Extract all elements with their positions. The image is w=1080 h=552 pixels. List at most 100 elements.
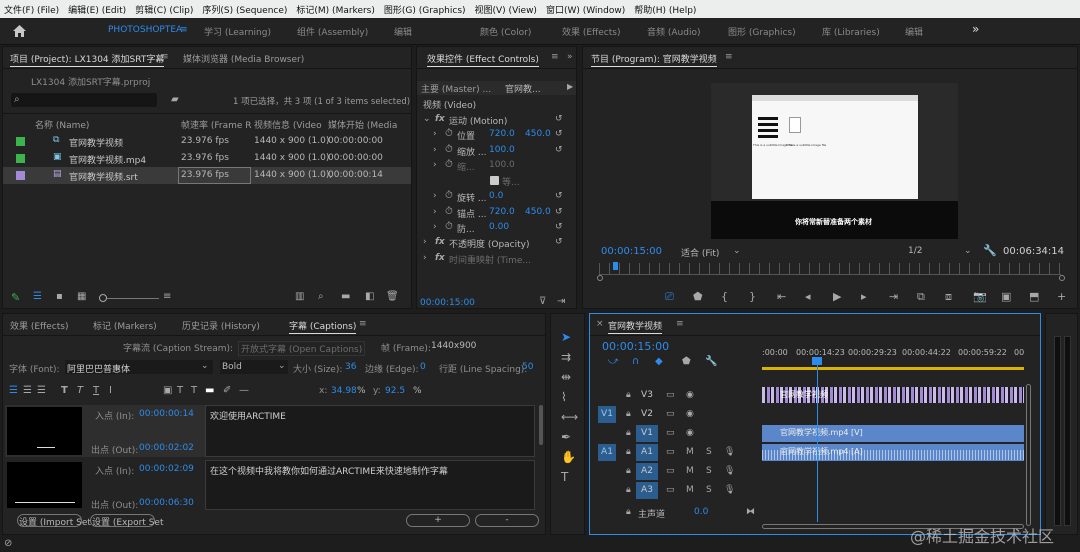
export-icon[interactable]: ⇥ bbox=[557, 296, 565, 307]
play-icon[interactable]: ▶ bbox=[833, 290, 841, 303]
track-target[interactable]: V2 bbox=[636, 406, 658, 423]
stopwatch-icon[interactable]: ⏱ bbox=[445, 144, 453, 155]
stopwatch-icon[interactable]: ⏱ bbox=[445, 206, 453, 217]
icon-view-icon[interactable]: ▪ bbox=[56, 291, 63, 302]
caps-icon[interactable]: Ӏ bbox=[109, 385, 112, 396]
audio-clip-a1[interactable]: 官网教学视频.mp4 [A] bbox=[762, 444, 1024, 461]
workspace-editing[interactable]: 编辑 bbox=[394, 25, 412, 38]
step-forward-icon[interactable]: ▸ bbox=[861, 290, 867, 303]
track-target[interactable]: V1 bbox=[636, 425, 658, 442]
chevron-down-icon[interactable]: ⌄ bbox=[733, 246, 741, 256]
uniform-scale-checkbox[interactable] bbox=[490, 176, 499, 185]
size-value[interactable]: 36 bbox=[345, 362, 356, 372]
type-tool-icon[interactable]: T bbox=[561, 470, 568, 484]
sync-lock-icon[interactable]: ▭ bbox=[666, 466, 675, 476]
lock-icon[interactable]: 🔒︎ bbox=[626, 466, 631, 476]
ripple-edit-icon[interactable]: ⇹ bbox=[561, 370, 571, 384]
tab-effects[interactable]: 效果 (Effects) bbox=[10, 319, 68, 332]
add-marker-icon[interactable]: ⬟ bbox=[682, 356, 691, 367]
lock-icon[interactable]: 🔒︎ bbox=[626, 409, 631, 419]
timeline-playhead-line[interactable] bbox=[817, 358, 818, 522]
reset-icon[interactable]: ↺ bbox=[555, 237, 563, 247]
stopwatch-icon[interactable]: ⏱ bbox=[445, 159, 453, 170]
sync-lock-icon[interactable]: ▭ bbox=[666, 409, 675, 419]
home-icon[interactable] bbox=[12, 24, 27, 38]
button-editor-icon[interactable]: + bbox=[1057, 290, 1066, 303]
spacing-value[interactable]: 50 bbox=[522, 362, 533, 372]
position-x[interactable]: 720.0 bbox=[489, 129, 515, 139]
clip-name[interactable]: 官网教... bbox=[505, 82, 541, 95]
export-frame-icon[interactable]: 📷 bbox=[973, 290, 987, 303]
list-view-icon[interactable]: ☰ bbox=[33, 291, 42, 302]
fx-icon[interactable]: fx bbox=[435, 253, 445, 263]
program-ruler[interactable] bbox=[599, 263, 1061, 275]
lock-icon[interactable]: 🔒︎ bbox=[626, 447, 631, 457]
workspace-color[interactable]: 颜色 (Color) bbox=[480, 25, 531, 38]
stopwatch-icon[interactable]: ⏱ bbox=[445, 190, 453, 201]
workspace-assembly[interactable]: 组件 (Assembly) bbox=[297, 25, 368, 38]
mute-button[interactable]: M bbox=[686, 447, 694, 457]
reset-icon[interactable]: ↺ bbox=[555, 129, 563, 139]
selection-tool-icon[interactable]: ➤ bbox=[561, 330, 571, 344]
go-to-in-icon[interactable]: ⇤ bbox=[777, 290, 786, 303]
position-y[interactable]: 450.0 bbox=[525, 129, 551, 139]
workspace-graphics[interactable]: 图形 (Graphics) bbox=[728, 25, 796, 38]
menu-item[interactable]: 视图(V) (View) bbox=[475, 3, 537, 16]
caption-entry[interactable]: 入点 (In): 00:00:00:14 出点 (Out): 00:00:02:… bbox=[5, 405, 535, 457]
tab-menu-icon[interactable]: ≡ bbox=[725, 52, 733, 62]
antiflicker-value[interactable]: 0.00 bbox=[489, 222, 509, 232]
sync-lock-icon[interactable]: ▭ bbox=[666, 447, 675, 457]
video-clip-v1[interactable]: 官网教学视频.mp4 [V] bbox=[762, 425, 1024, 442]
tab-program[interactable]: 节目 (Program): 官网教学视频 bbox=[591, 52, 717, 67]
zoom-slider[interactable] bbox=[99, 298, 159, 299]
effect-controls-time[interactable]: 00:00:15:00 bbox=[420, 298, 475, 308]
menu-item[interactable]: 剪辑(C) (Clip) bbox=[135, 3, 193, 16]
link-icon[interactable]: ∩ bbox=[632, 356, 639, 367]
workspace-audio[interactable]: 音频 (Audio) bbox=[647, 25, 700, 38]
lock-icon[interactable]: 🔒︎ bbox=[626, 485, 631, 495]
align-right-icon[interactable]: ☰ bbox=[37, 385, 46, 396]
menu-item[interactable]: 标记(M) (Markers) bbox=[296, 3, 374, 16]
sync-lock-icon[interactable]: ▭ bbox=[666, 390, 675, 400]
more-icon[interactable]: » bbox=[567, 52, 573, 62]
rotation-value[interactable]: 0.0 bbox=[489, 191, 503, 201]
table-row[interactable]: ▣ 官网教学视频.mp4 23.976 fps 1440 x 900 (1.0)… bbox=[3, 150, 411, 167]
mute-button[interactable]: M bbox=[686, 466, 694, 476]
track-target[interactable]: V3 bbox=[636, 387, 658, 404]
comment-icon[interactable]: ⎚ bbox=[665, 290, 674, 304]
eye-icon[interactable]: ◉ bbox=[686, 409, 694, 419]
chevron-down-icon[interactable]: ⌄ bbox=[201, 361, 209, 371]
out-time[interactable]: 00:00:06:30 bbox=[139, 498, 194, 508]
caption-entry[interactable]: 入点 (In): 00:00:02:09 出点 (Out): 00:00:06:… bbox=[5, 460, 535, 511]
search-field[interactable] bbox=[11, 93, 157, 107]
microphone-icon[interactable]: 🎙︎ bbox=[724, 466, 735, 476]
snap-icon[interactable]: ⤻ bbox=[608, 356, 619, 367]
underline-icon[interactable]: T bbox=[93, 385, 99, 396]
x-value[interactable]: 34.98 bbox=[331, 386, 357, 396]
microphone-icon[interactable]: 🎙︎ bbox=[724, 485, 735, 495]
caption-scrollbar[interactable] bbox=[539, 405, 543, 445]
hand-icon[interactable]: ✋ bbox=[561, 450, 576, 464]
close-icon[interactable]: × bbox=[596, 319, 604, 329]
pencil-icon[interactable]: ✎ bbox=[11, 291, 20, 304]
microphone-icon[interactable]: 🎙︎ bbox=[724, 447, 735, 457]
insert-icon[interactable]: ⧉ bbox=[917, 290, 925, 304]
menu-item[interactable]: 文件(F) (File) bbox=[4, 3, 59, 16]
eye-icon[interactable]: ◉ bbox=[686, 390, 694, 400]
stopwatch-icon[interactable]: ⏱ bbox=[445, 221, 453, 232]
workspace-menu-icon[interactable]: ≡ bbox=[180, 25, 188, 35]
workspace-effects[interactable]: 效果 (Effects) bbox=[562, 25, 620, 38]
table-row[interactable]: ⧉ 官网教学视频 23.976 fps 1440 x 900 (1.0) 00:… bbox=[3, 133, 411, 150]
workspace-active[interactable]: PHOTOSHOPTEA bbox=[108, 25, 182, 35]
mute-button[interactable]: M bbox=[686, 485, 694, 495]
mark-out-icon[interactable]: } bbox=[749, 290, 756, 303]
lock-icon[interactable]: 🔒︎ bbox=[626, 428, 631, 438]
workspace-libraries[interactable]: 库 (Libraries) bbox=[822, 25, 880, 38]
razor-icon[interactable]: ⌇ bbox=[561, 390, 567, 404]
freeform-view-icon[interactable]: ▦ bbox=[77, 291, 86, 302]
caption-clip-v3[interactable]: 官网教学视频 bbox=[762, 387, 1024, 403]
justify-icon[interactable]: ▣ bbox=[163, 385, 172, 396]
new-bin-icon-2[interactable]: ▬ bbox=[341, 291, 350, 302]
lock-icon[interactable]: 🔒︎ bbox=[626, 507, 631, 517]
remove-caption-button[interactable]: - bbox=[475, 514, 539, 527]
